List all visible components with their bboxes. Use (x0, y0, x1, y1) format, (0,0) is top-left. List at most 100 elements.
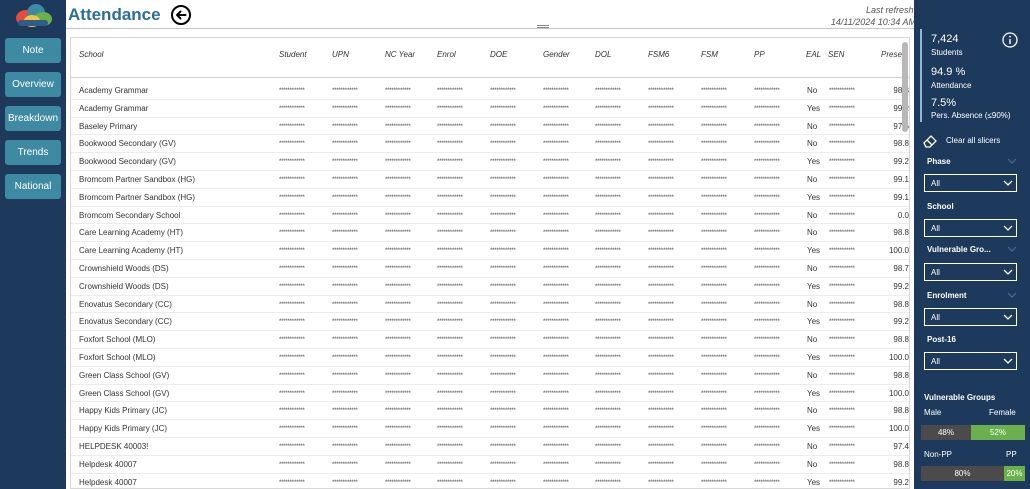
cell-eal: No (807, 459, 818, 469)
table-row[interactable]: Green Class School (GV) ************ *****… (71, 367, 909, 385)
info-icon[interactable] (1002, 32, 1018, 48)
col-header-student[interactable]: Student (279, 50, 307, 59)
table-row[interactable]: Care Learning Academy (HT) ************ **… (71, 224, 909, 243)
table-row[interactable]: HELPDESK 40003! ************ ************ *… (71, 438, 909, 456)
table-row[interactable]: Academy Grammar ************ ************ *… (71, 82, 909, 100)
chevron-down-icon[interactable] (1007, 291, 1017, 299)
cell-masked: ************ (385, 390, 411, 397)
cell-presence: 100.0 (888, 352, 909, 362)
table-row[interactable]: Enovatus Secondary (CC) ************ *****… (71, 296, 909, 314)
cell-masked: ************ (332, 443, 358, 450)
nav-note-button[interactable]: Note (5, 38, 61, 63)
table-scrollbar[interactable] (902, 42, 908, 132)
chevron-down-icon[interactable] (1007, 245, 1017, 253)
cell-masked: ************ (385, 141, 411, 148)
cell-masked: ************ (648, 176, 674, 183)
cell-masked: ************ (490, 230, 516, 237)
table-row[interactable]: Care Learning Academy (HT) ************ **… (71, 242, 909, 260)
table-row[interactable]: Bromcom Partner Sandbox (HG) ************… (71, 171, 909, 189)
cell-masked: ************ (754, 479, 780, 486)
cell-masked: ************ (648, 141, 674, 148)
table-row[interactable]: Academy Grammar ************ ************ *… (71, 100, 909, 118)
cell-masked: ************ (754, 372, 780, 379)
cell-masked: ************ (279, 461, 305, 468)
cell-masked: ************ (279, 88, 305, 94)
nav-trends-button[interactable]: Trends (5, 140, 61, 165)
cell-masked: ************ (754, 443, 780, 450)
slicer-school-title: School (927, 202, 954, 211)
table-row[interactable]: Happy Kids Primary (JC) ************ *****… (71, 420, 909, 438)
cell-masked: ************ (754, 230, 780, 237)
cell-masked: ************ (490, 123, 516, 130)
slicer-enrolment-dropdown[interactable]: All (924, 308, 1017, 326)
table-row[interactable]: Bookwood Secondary (GV) ************ *****… (71, 135, 909, 154)
nav-national-button[interactable]: National (5, 174, 61, 199)
table-row[interactable]: Bromcom Partner Sandbox (HG) ************… (71, 189, 909, 207)
slicer-vulnerable-dropdown[interactable]: All (924, 263, 1017, 281)
table-row[interactable]: Helpdesk 40007 ************ ************ **… (71, 456, 909, 474)
cell-school: Bromcom Partner Sandbox (HG) (79, 174, 196, 184)
col-header-gender[interactable]: Gender (543, 50, 570, 59)
cell-masked: ************ (385, 212, 411, 219)
table-row[interactable]: Happy Kids Primary (JC) ************ *****… (71, 402, 909, 421)
cell-eal: No (807, 335, 818, 345)
table-row[interactable]: Crownshield Woods (DS) ************ ******… (71, 260, 909, 278)
col-header-doe[interactable]: DOE (490, 50, 507, 59)
col-header-pp[interactable]: PP (754, 50, 765, 59)
cell-presence: 100.0 (888, 246, 909, 256)
col-header-enrol[interactable]: Enrol (437, 50, 456, 59)
cell-masked: ************ (754, 337, 780, 344)
col-header-sen[interactable]: SEN (828, 50, 844, 59)
cell-masked: ************ (701, 319, 727, 326)
cell-masked: ************ (437, 230, 463, 237)
col-header-fsm6[interactable]: FSM6 (648, 50, 669, 59)
drag-handle-icon[interactable] (537, 25, 549, 28)
table-row[interactable]: Enovatus Secondary (CC) ************ *****… (71, 313, 909, 332)
back-arrow-icon[interactable] (169, 3, 193, 27)
slicer-school-dropdown[interactable]: All (924, 219, 1017, 237)
cell-masked: ************ (332, 212, 358, 219)
table-row[interactable]: Baseley Primary ************ ************ *… (71, 118, 909, 136)
clear-slicers-button[interactable]: Clear all slicers (922, 133, 1026, 149)
nav-breakdown-button[interactable]: Breakdown (5, 106, 61, 131)
col-header-presence[interactable]: Prese (881, 50, 902, 59)
cell-masked: ************ (279, 194, 305, 201)
cell-masked: ************ (279, 248, 305, 255)
cell-masked: ************ (543, 408, 569, 415)
cell-masked: ************ (543, 479, 569, 486)
table-row[interactable]: Foxfort School (MLO) ************ ********… (71, 331, 909, 349)
nav-overview-button[interactable]: Overview (5, 72, 61, 97)
cell-presence: 99.1 (893, 192, 909, 202)
cell-masked: ************ (543, 105, 569, 112)
slicer-enrolment-value: All (931, 313, 940, 322)
cell-masked: ************ (332, 408, 358, 415)
col-header-school[interactable]: School (79, 50, 103, 59)
cell-masked: ************ (648, 194, 674, 201)
cell-masked: ************ (701, 426, 727, 433)
slicer-post16-dropdown[interactable]: All (924, 352, 1017, 370)
chevron-down-icon[interactable] (1007, 157, 1017, 165)
cell-masked: ************ (754, 88, 780, 94)
table-row[interactable]: Green Class School (GV) ************ *****… (71, 385, 909, 403)
table-row[interactable]: Foxfort School (MLO) ************ ********… (71, 349, 909, 367)
col-header-nc-year[interactable]: NC Year (385, 50, 415, 59)
cell-eal: Yes (807, 477, 821, 487)
cell-masked: ************ (701, 265, 727, 272)
col-header-upn[interactable]: UPN (332, 50, 349, 59)
table-row[interactable]: Bromcom Secondary School ************ ****… (71, 207, 909, 225)
cell-masked: ************ (279, 212, 305, 219)
cell-masked: ************ (332, 176, 358, 183)
cell-masked: ************ (595, 159, 621, 166)
cell-masked: ************ (648, 159, 674, 166)
last-refresh: Last refresh: 14/11/2024 10:34 AM (831, 4, 916, 28)
col-header-dol[interactable]: DOL (595, 50, 611, 59)
table-row[interactable]: Bookwood Secondary (GV) ************ *****… (71, 153, 909, 171)
table-row[interactable]: Helpdesk 40007 ************ ************ **… (71, 474, 909, 488)
cell-masked: ************ (543, 159, 569, 166)
cell-masked: ************ (279, 319, 305, 326)
col-header-fsm[interactable]: FSM (701, 50, 718, 59)
chevron-down-icon (1003, 225, 1013, 231)
table-row[interactable]: Crownshield Woods (DS) ************ ******… (71, 278, 909, 296)
col-header-eal[interactable]: EAL (806, 50, 821, 59)
slicer-phase-dropdown[interactable]: All (924, 174, 1017, 192)
